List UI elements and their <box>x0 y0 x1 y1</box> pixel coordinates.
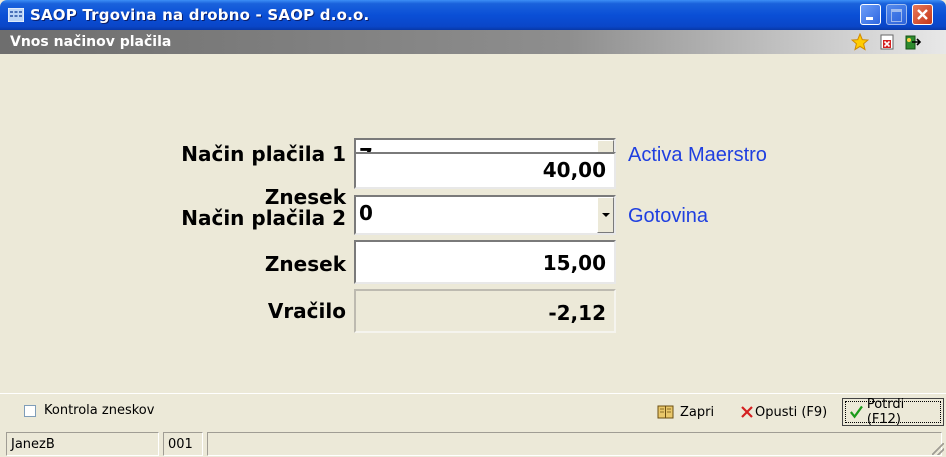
form-header: Vnos načinov plačila <box>0 30 946 54</box>
star-icon[interactable] <box>851 33 869 51</box>
payment-method-2-select[interactable]: 0 <box>354 195 616 235</box>
window-title: SAOP Trgovina na drobno - SAOP d.o.o. <box>30 6 370 24</box>
form-title: Vnos načinov plačila <box>10 34 172 50</box>
change-value: -2,12 <box>548 301 606 325</box>
control-amounts-label[interactable]: Kontrola zneskov <box>44 403 154 418</box>
chevron-down-icon[interactable] <box>597 197 614 233</box>
amount-1-field[interactable]: 40,00 <box>354 152 616 189</box>
payment-method-1-name: Activa Maerstro <box>628 144 767 166</box>
amount-1-value: 40,00 <box>542 158 606 182</box>
payment-method-2-code: 0 <box>359 201 373 225</box>
delete-document-icon[interactable] <box>878 33 896 51</box>
zapri-button[interactable]: Zapri <box>656 398 714 426</box>
change-field: -2,12 <box>354 289 616 333</box>
divider <box>0 393 946 394</box>
app-icon <box>8 8 24 22</box>
payment-method-2-name: Gotovina <box>628 205 709 227</box>
zapri-label: Zapri <box>680 404 715 420</box>
amount-2-label: Znesek <box>264 252 346 276</box>
status-user: JanezB <box>6 432 159 456</box>
cancel-x-icon <box>741 406 753 418</box>
resize-grip[interactable] <box>932 443 944 455</box>
checkmark-icon <box>849 405 863 419</box>
amount-2-value: 15,00 <box>542 251 606 275</box>
window-titlebar: SAOP Trgovina na drobno - SAOP d.o.o. <box>0 0 946 30</box>
exit-icon[interactable] <box>904 33 922 51</box>
potrdi-label: Potrdi (F12) <box>866 397 905 427</box>
amount-2-field[interactable]: 15,00 <box>354 240 616 284</box>
status-bar: JanezB 001 <box>0 431 946 457</box>
close-window-button[interactable] <box>912 4 933 25</box>
status-empty <box>207 432 942 456</box>
payment-method-2-label: Način plačila 2 <box>181 206 346 230</box>
payment-method-1-label: Način plačila 1 <box>181 142 346 166</box>
control-amounts-checkbox[interactable] <box>24 405 36 417</box>
potrdi-button[interactable]: Potrdi (F12) <box>842 397 944 427</box>
opusti-label: Opusti (F9) <box>755 404 828 420</box>
status-code: 001 <box>163 432 203 456</box>
close-book-icon <box>657 405 674 419</box>
maximize-button[interactable] <box>886 4 907 25</box>
close-icon <box>917 9 928 20</box>
opusti-button[interactable]: Opusti (F9) <box>739 398 827 426</box>
change-label: Vračilo <box>267 299 346 323</box>
minimize-button[interactable] <box>860 4 881 25</box>
